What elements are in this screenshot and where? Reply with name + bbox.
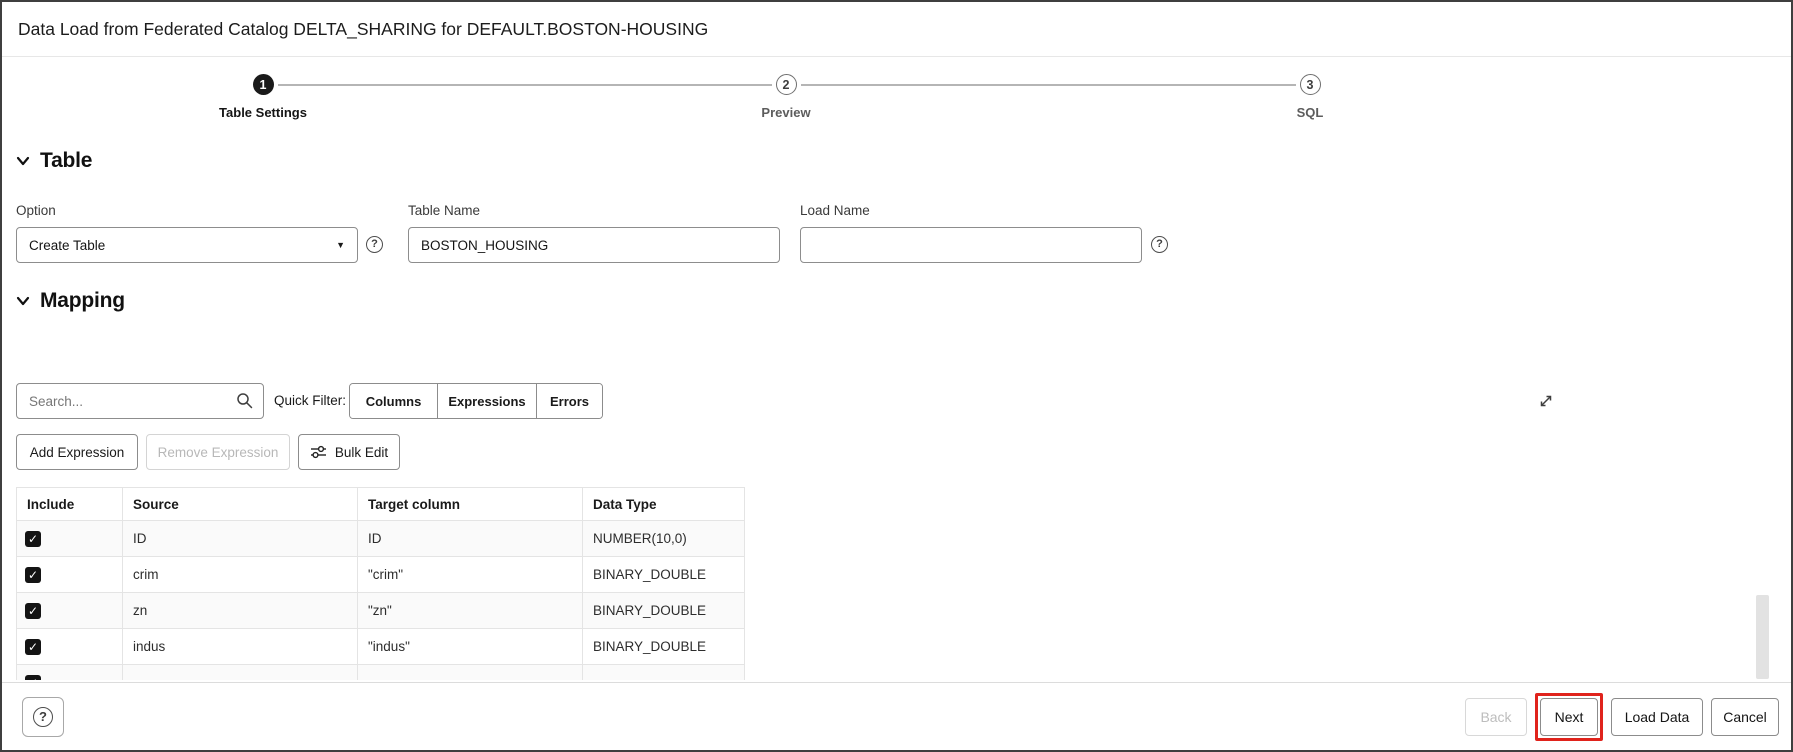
page-title: Data Load from Federated Catalog DELTA_S… <box>18 19 708 40</box>
stepper-step-preview[interactable]: 2 Preview <box>706 57 866 120</box>
mapping-grid: Include Source Target column Data Type ✓… <box>16 487 758 680</box>
table-row: ✓ ID ID NUMBER(10,0) <box>17 521 745 557</box>
column-header-target: Target column <box>358 488 583 521</box>
source-cell: zn <box>123 593 358 629</box>
source-cell: crim <box>123 557 358 593</box>
include-checkbox[interactable]: ✓ <box>25 639 41 655</box>
datatype-cell: BINARY_DOUBLE <box>583 593 745 629</box>
table-row: ✓ indus "indus" BINARY_DOUBLE <box>17 629 745 665</box>
source-cell <box>123 665 358 681</box>
stepper-connector <box>278 84 772 86</box>
include-checkbox[interactable]: ✓ <box>25 567 41 583</box>
step-label: Preview <box>706 105 866 120</box>
column-header-include: Include <box>17 488 123 521</box>
target-cell <box>358 665 583 681</box>
step-number-badge: 3 <box>1300 74 1321 95</box>
quick-filter-label: Quick Filter: <box>274 383 346 419</box>
column-header-source: Source <box>123 488 358 521</box>
maximize-mapping-button[interactable] <box>1536 391 1556 411</box>
option-select[interactable]: Create Table ▼ <box>16 227 358 263</box>
bulk-edit-button[interactable]: Bulk Edit <box>298 434 400 470</box>
step-number-badge: 2 <box>776 74 797 95</box>
table-name-label: Table Name <box>408 203 480 218</box>
stepper-step-table-settings[interactable]: 1 Table Settings <box>183 57 343 120</box>
quick-filter-columns-button[interactable]: Columns <box>350 384 437 418</box>
back-button[interactable]: Back <box>1465 698 1527 736</box>
stepper-connector <box>801 84 1296 86</box>
add-expression-button[interactable]: Add Expression <box>16 434 138 470</box>
expand-icon <box>1538 393 1554 409</box>
table-row-partial: ✓ <box>17 665 745 681</box>
dialog-footer: ? Back Next Load Data Cancel <box>2 682 1791 750</box>
quick-filter-expressions-button[interactable]: Expressions <box>437 384 536 418</box>
chevron-down-icon <box>16 295 30 307</box>
option-label: Option <box>16 203 56 218</box>
quick-filter-errors-button[interactable]: Errors <box>536 384 602 418</box>
dialog-title-bar: Data Load from Federated Catalog DELTA_S… <box>2 2 1791 57</box>
step-number-badge: 1 <box>253 74 274 95</box>
grid-header-row: Include Source Target column Data Type <box>17 488 745 521</box>
mapping-section-header[interactable]: Mapping <box>16 289 125 313</box>
load-name-input[interactable] <box>800 227 1142 263</box>
table-section-header[interactable]: Table <box>16 149 92 173</box>
table-row: ✓ crim "crim" BINARY_DOUBLE <box>17 557 745 593</box>
load-name-help-icon[interactable]: ? <box>1151 236 1168 253</box>
search-box <box>16 383 264 419</box>
section-title: Mapping <box>40 289 125 313</box>
next-button[interactable]: Next <box>1540 698 1598 736</box>
stepper-step-sql[interactable]: 3 SQL <box>1230 57 1390 120</box>
search-input[interactable] <box>16 383 264 419</box>
include-checkbox[interactable]: ✓ <box>25 675 41 680</box>
help-icon: ? <box>33 707 53 727</box>
data-load-dialog: Data Load from Federated Catalog DELTA_S… <box>0 0 1793 752</box>
source-cell: ID <box>123 521 358 557</box>
vertical-scrollbar-thumb[interactable] <box>1756 595 1769 679</box>
step-label: Table Settings <box>183 105 343 120</box>
help-button[interactable]: ? <box>22 697 64 737</box>
cancel-button[interactable]: Cancel <box>1711 698 1779 736</box>
datatype-cell: NUMBER(10,0) <box>583 521 745 557</box>
quick-filter-group: Columns Expressions Errors <box>349 383 603 419</box>
include-checkbox[interactable]: ✓ <box>25 603 41 619</box>
load-name-label: Load Name <box>800 203 870 218</box>
datatype-cell <box>583 665 745 681</box>
datatype-cell: BINARY_DOUBLE <box>583 557 745 593</box>
sliders-icon <box>310 445 327 459</box>
search-icon <box>236 392 254 410</box>
chevron-down-icon: ▼ <box>336 240 345 250</box>
next-button-highlight: Next <box>1535 693 1603 741</box>
load-data-button[interactable]: Load Data <box>1611 698 1703 736</box>
chevron-down-icon <box>16 155 30 167</box>
target-cell: ID <box>358 521 583 557</box>
target-cell: "indus" <box>358 629 583 665</box>
source-cell: indus <box>123 629 358 665</box>
dialog-content: 1 Table Settings 2 Preview 3 SQL Table O… <box>2 57 1791 682</box>
column-header-datatype: Data Type <box>583 488 745 521</box>
option-help-icon[interactable]: ? <box>366 236 383 253</box>
table-name-input[interactable] <box>408 227 780 263</box>
remove-expression-button[interactable]: Remove Expression <box>146 434 290 470</box>
section-title: Table <box>40 149 92 173</box>
step-label: SQL <box>1230 105 1390 120</box>
target-cell: "crim" <box>358 557 583 593</box>
include-checkbox[interactable]: ✓ <box>25 531 41 547</box>
option-select-value: Create Table <box>29 238 105 253</box>
target-cell: "zn" <box>358 593 583 629</box>
datatype-cell: BINARY_DOUBLE <box>583 629 745 665</box>
table-row: ✓ zn "zn" BINARY_DOUBLE <box>17 593 745 629</box>
